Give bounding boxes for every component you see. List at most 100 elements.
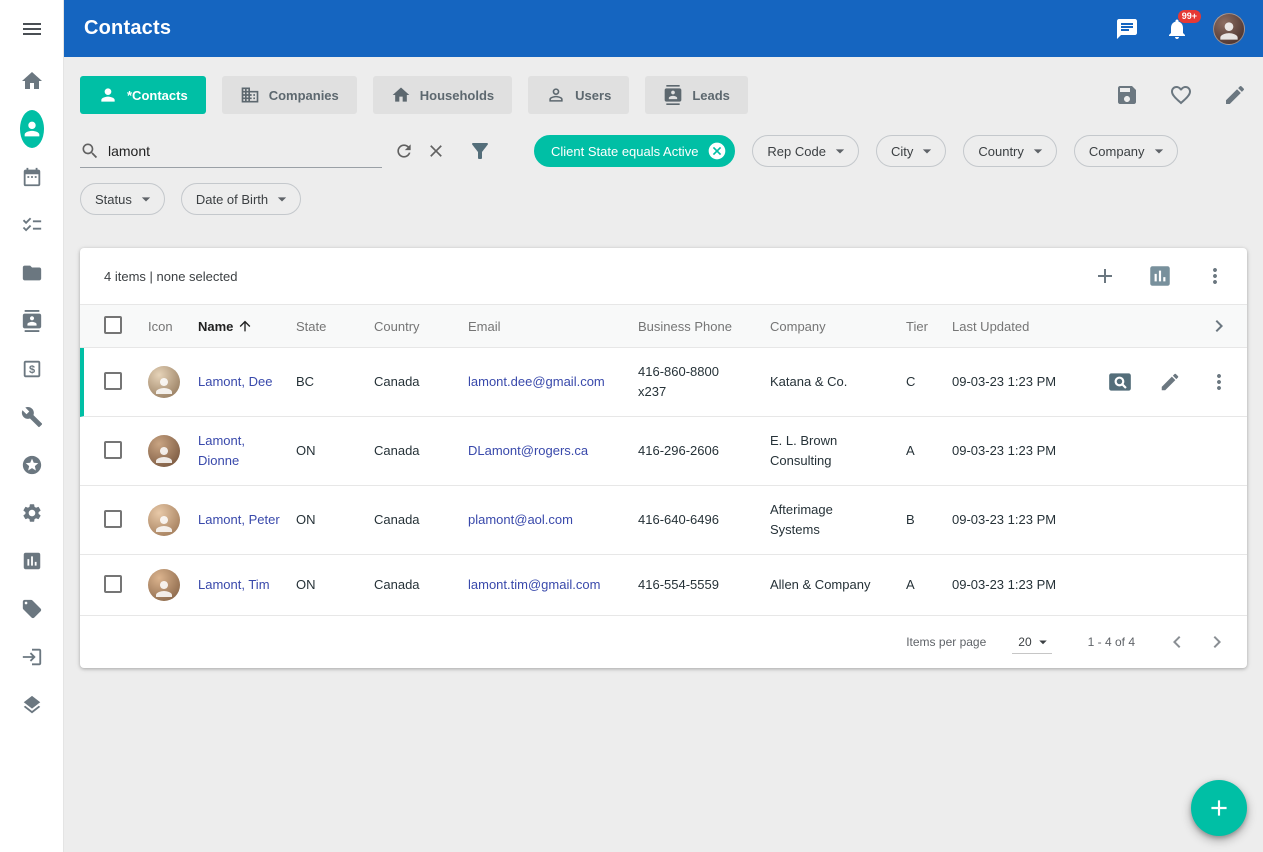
page-title: Contacts xyxy=(84,17,171,40)
col-header-tier[interactable]: Tier xyxy=(906,319,952,334)
row-checkbox[interactable] xyxy=(104,441,122,459)
col-header-icon[interactable]: Icon xyxy=(148,319,198,334)
cell-company: Afterimage Systems xyxy=(770,500,882,540)
contact-name-link[interactable]: Lamont, Tim xyxy=(198,575,270,595)
row-checkbox[interactable] xyxy=(104,510,122,528)
contact-name-link[interactable]: Lamont, Dionne xyxy=(198,431,288,471)
layers-icon[interactable] xyxy=(20,693,44,717)
filter-chip-rep-code[interactable]: Rep Code xyxy=(752,135,859,167)
cell-country: Canada xyxy=(374,372,468,392)
edit-row-icon[interactable] xyxy=(1159,371,1181,393)
favorite-heart-icon[interactable] xyxy=(1169,83,1193,107)
page-size-select[interactable]: 20 xyxy=(1012,630,1051,654)
filter-chip-status[interactable]: Status xyxy=(80,183,165,215)
active-filter-label: Client State equals Active xyxy=(551,144,698,159)
table-row[interactable]: Lamont, Dionne ON Canada DLamont@rogers.… xyxy=(80,417,1247,486)
folder-icon[interactable] xyxy=(20,261,44,285)
tab-contacts[interactable]: *Contacts xyxy=(80,76,206,114)
contact-name-link[interactable]: Lamont, Peter xyxy=(198,510,280,530)
row-checkbox[interactable] xyxy=(104,575,122,593)
calendar-icon[interactable] xyxy=(20,165,44,189)
col-header-state[interactable]: State xyxy=(296,319,374,334)
user-avatar[interactable] xyxy=(1213,13,1245,45)
invoice-dollar-icon[interactable]: $ xyxy=(20,357,44,381)
add-column-icon[interactable] xyxy=(1093,264,1117,288)
cell-state: ON xyxy=(296,510,374,530)
person-icon xyxy=(20,110,44,148)
paginator: Items per page 20 1 - 4 of 4 xyxy=(80,616,1247,668)
table-row[interactable]: Lamont, Tim ON Canada lamont.tim@gmail.c… xyxy=(80,555,1247,616)
contacts-nav-active[interactable] xyxy=(20,117,44,141)
save-icon[interactable] xyxy=(1115,83,1139,107)
tasks-checklist-icon[interactable] xyxy=(20,213,44,237)
contact-name-link[interactable]: Lamont, Dee xyxy=(198,372,272,392)
filter-chip-country[interactable]: Country xyxy=(963,135,1057,167)
table-row[interactable]: Lamont, Peter ON Canada plamont@aol.com … xyxy=(80,486,1247,555)
contact-card-icon[interactable] xyxy=(20,309,44,333)
cell-tier: B xyxy=(906,510,952,530)
cell-last-updated: 09-03-23 1:23 PM xyxy=(952,510,1102,530)
filter-chip-company[interactable]: Company xyxy=(1074,135,1178,167)
filter-chip-city[interactable]: City xyxy=(876,135,946,167)
previous-page-icon[interactable] xyxy=(1157,622,1197,662)
cell-tier: A xyxy=(906,575,952,595)
edit-pencil-icon[interactable] xyxy=(1223,83,1247,107)
sign-in-icon[interactable] xyxy=(20,645,44,669)
home-icon xyxy=(391,85,411,105)
table-row[interactable]: Lamont, Dee BC Canada lamont.dee@gmail.c… xyxy=(80,348,1247,417)
contact-email-link[interactable]: DLamont@rogers.ca xyxy=(468,441,588,461)
tab-label: Users xyxy=(575,88,611,103)
next-page-icon[interactable] xyxy=(1197,622,1237,662)
hamburger-menu-icon[interactable] xyxy=(20,17,44,41)
contact-email-link[interactable]: lamont.dee@gmail.com xyxy=(468,372,605,392)
tab-households[interactable]: Households xyxy=(373,76,512,114)
chevron-down-icon xyxy=(272,189,292,209)
tab-label: Leads xyxy=(692,88,730,103)
select-all-checkbox[interactable] xyxy=(104,316,122,334)
col-header-updated[interactable]: Last Updated xyxy=(952,319,1102,334)
tab-leads[interactable]: Leads xyxy=(645,76,748,114)
col-header-email[interactable]: Email xyxy=(468,319,638,334)
add-contact-fab[interactable] xyxy=(1191,780,1247,836)
cell-phone: 416-640-6496 xyxy=(638,510,719,530)
chat-icon[interactable] xyxy=(1115,17,1139,41)
preview-icon[interactable] xyxy=(1107,369,1133,395)
row-more-icon[interactable] xyxy=(1207,370,1231,394)
gear-icon[interactable] xyxy=(20,501,44,525)
star-circle-icon[interactable] xyxy=(20,453,44,477)
cell-last-updated: 09-03-23 1:23 PM xyxy=(952,441,1102,461)
contact-email-link[interactable]: plamont@aol.com xyxy=(468,510,573,530)
home-icon[interactable] xyxy=(20,69,44,93)
bar-chart-icon[interactable] xyxy=(20,549,44,573)
chevron-down-icon xyxy=(1149,141,1169,161)
tab-users[interactable]: Users xyxy=(528,76,629,114)
col-header-country[interactable]: Country xyxy=(374,319,468,334)
col-header-phone[interactable]: Business Phone xyxy=(638,319,770,334)
active-filter-chip[interactable]: Client State equals Active xyxy=(534,135,735,167)
search-input[interactable] xyxy=(108,143,382,159)
cell-phone: 416-296-2606 xyxy=(638,441,719,461)
chart-view-icon[interactable] xyxy=(1147,263,1173,289)
app-header: Contacts 99+ xyxy=(64,0,1263,57)
refresh-icon[interactable] xyxy=(394,141,414,161)
results-card: 4 items | none selected Icon xyxy=(80,248,1247,668)
filter-funnel-icon[interactable] xyxy=(468,139,492,163)
contact-email-link[interactable]: lamont.tim@gmail.com xyxy=(468,575,600,595)
cell-country: Canada xyxy=(374,510,468,530)
tab-companies[interactable]: Companies xyxy=(222,76,357,114)
notifications-bell-icon[interactable]: 99+ xyxy=(1165,17,1189,41)
more-options-icon[interactable] xyxy=(1203,264,1227,288)
row-checkbox[interactable] xyxy=(104,372,122,390)
wrench-icon[interactable] xyxy=(20,405,44,429)
person-outline-icon xyxy=(546,85,566,105)
col-header-company[interactable]: Company xyxy=(770,319,906,334)
main-area: Contacts 99+ *Contacts Companies H xyxy=(64,0,1263,852)
filter-chip-date-of-birth[interactable]: Date of Birth xyxy=(181,183,301,215)
col-header-name[interactable]: Name xyxy=(198,318,296,334)
clear-search-icon[interactable] xyxy=(426,141,446,161)
columns-chevron-right-icon[interactable] xyxy=(1207,314,1231,338)
remove-filter-icon[interactable] xyxy=(707,141,727,161)
items-per-page-label: Items per page xyxy=(906,635,986,649)
cell-state: ON xyxy=(296,575,374,595)
tag-icon[interactable] xyxy=(20,597,44,621)
